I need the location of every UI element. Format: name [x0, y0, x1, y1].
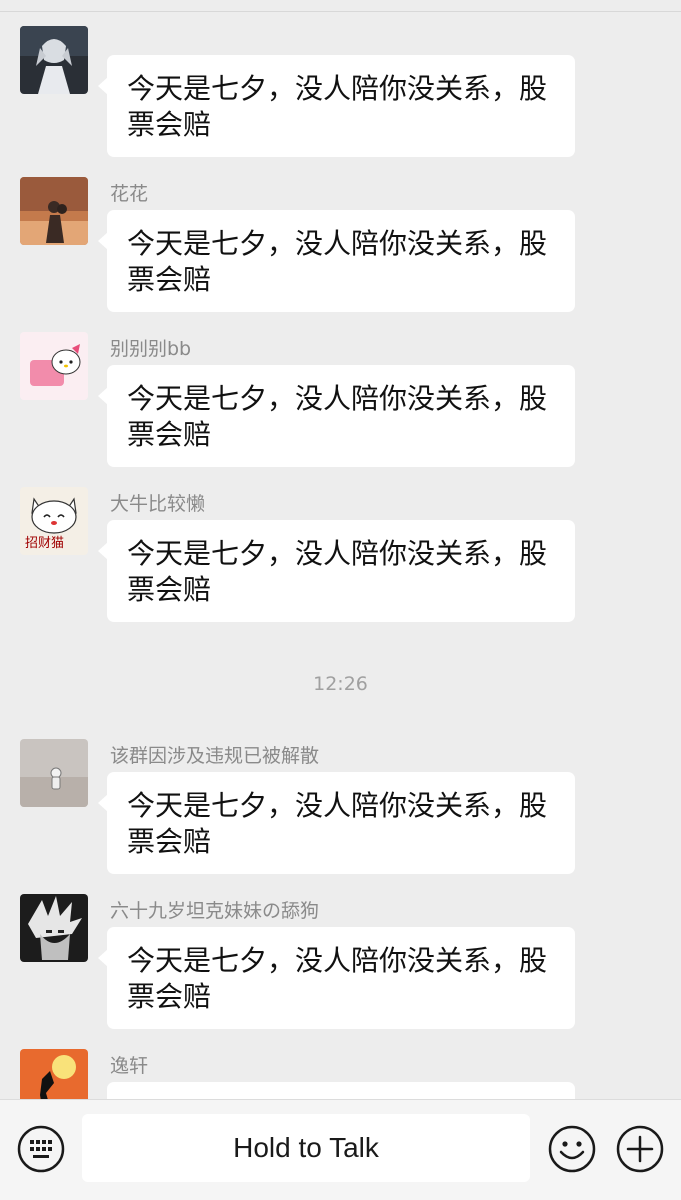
avatar[interactable] [20, 177, 88, 245]
avatar-hello-kitty-icon [20, 332, 88, 400]
emoji-button[interactable] [547, 1124, 597, 1174]
avatar-anime-boy-icon [20, 26, 88, 94]
sender-name: 花花 [110, 183, 149, 205]
message-text-line2: 票会赔 [127, 573, 212, 606]
chat-input-bar: Hold to Talk [0, 1099, 681, 1200]
message-text: 今天是七夕，没人陪你没关系，股 [127, 944, 548, 977]
message-text: 今天是七夕，没人陪你没关系，股 [127, 537, 548, 570]
message-bubble[interactable]: 今天是七夕，没人陪你没关系，股 票会赔 [98, 365, 575, 467]
sender-name: 六十九岁坦克妹妹の舔狗 [110, 900, 320, 922]
avatar[interactable] [20, 332, 88, 400]
message-bubble[interactable]: 今天是七夕，没人陪你没关系，股 票会赔 [98, 210, 575, 312]
avatar[interactable] [20, 26, 88, 94]
sender-name: 逸轩 [110, 1055, 149, 1077]
keyboard-icon [17, 1125, 65, 1173]
avatar[interactable] [20, 739, 88, 807]
message-bubble[interactable]: 今天是七夕，没人陪你没关系，股 票会赔 [98, 927, 575, 1029]
chat-timestamp: 12:26 [313, 673, 368, 695]
cat-sticker-text: 招财猫 [25, 536, 64, 551]
message-text: 今天是七夕，没人陪你没关系，股 [127, 227, 548, 260]
message-text: 今天是七夕，没人陪你没关系，股 [127, 382, 548, 415]
sender-name: 该群因涉及违规已被解散 [110, 745, 320, 767]
plus-icon [616, 1125, 664, 1173]
top-divider [0, 11, 681, 12]
keyboard-button[interactable] [16, 1124, 66, 1174]
avatar[interactable] [20, 894, 88, 962]
message-text: 今天是七夕，没人陪你没关系，股 [127, 72, 548, 105]
avatar[interactable]: 招财猫 [20, 487, 88, 555]
message-text-line2: 票会赔 [127, 108, 212, 141]
message-bubble[interactable]: 今天是七夕，没人陪你没关系，股 票会赔 [98, 772, 575, 874]
message-bubble[interactable]: 今天是七夕，没人陪你没关系，股 票会赔 [98, 520, 575, 622]
emoji-icon [548, 1125, 596, 1173]
sender-name: 大牛比较懒 [110, 493, 206, 515]
avatar-astronaut-icon [20, 739, 88, 807]
message-text-line2: 票会赔 [127, 825, 212, 858]
message-bubble[interactable]: 今天是七夕，没人陪你没关系，股 票会赔 [98, 55, 575, 157]
message-text: 今天是七夕，没人陪你没关系，股 [127, 789, 548, 822]
message-text-line2: 票会赔 [127, 980, 212, 1013]
sender-name: 别别别bb [110, 338, 192, 360]
avatar-couple-sunset-icon [20, 177, 88, 245]
hold-to-talk-button[interactable]: Hold to Talk [82, 1114, 530, 1182]
avatar-lucky-cat-icon: 招财猫 [20, 487, 88, 555]
message-text-line2: 票会赔 [127, 263, 212, 296]
message-text-line2: 票会赔 [127, 418, 212, 451]
more-options-button[interactable] [615, 1124, 665, 1174]
avatar-anime-silver-hair-icon [20, 894, 88, 962]
